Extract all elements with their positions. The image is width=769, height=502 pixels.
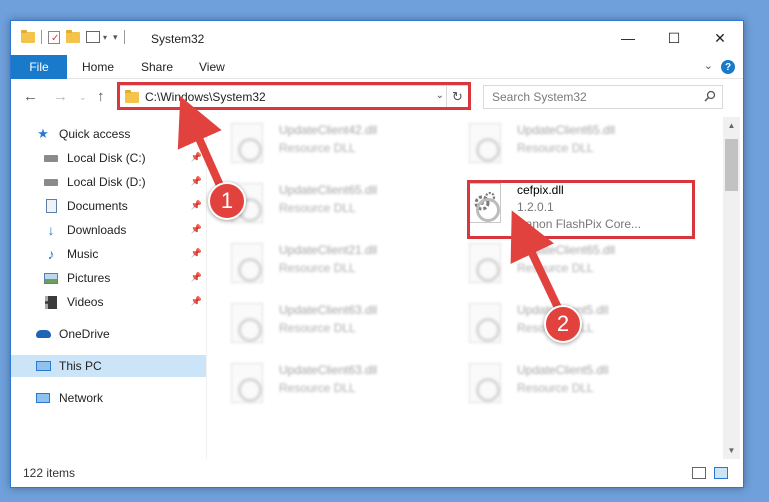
arrow-2 — [510, 210, 564, 314]
arrow-1 — [177, 96, 226, 192]
annotation-arrows — [177, 96, 564, 314]
step-badge-2: 2 — [544, 305, 582, 343]
step-badge-1: 1 — [208, 182, 246, 220]
